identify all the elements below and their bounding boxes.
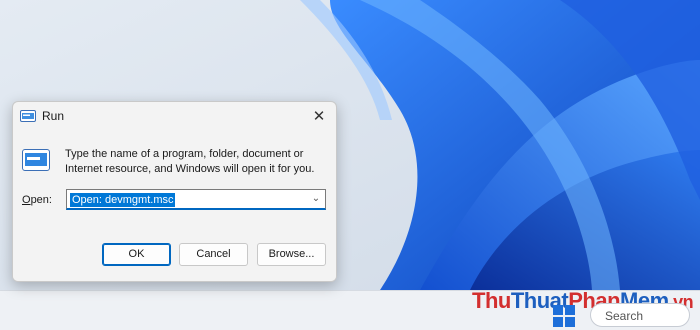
run-program-icon	[22, 149, 50, 171]
browse-button[interactable]: Browse...	[257, 243, 326, 266]
cancel-button[interactable]: Cancel	[179, 243, 248, 266]
open-label: Open:	[22, 194, 52, 206]
title-bar: Run ✕	[13, 102, 336, 132]
open-input-value[interactable]: Open: devmgmt.msc	[70, 193, 176, 207]
ok-button[interactable]: OK	[102, 243, 171, 266]
start-button[interactable]	[553, 305, 575, 327]
dialog-footer: OK Cancel Browse...	[13, 224, 336, 281]
run-dialog: Run ✕ Type the name of a program, folder…	[12, 101, 337, 282]
run-icon	[20, 110, 36, 122]
taskbar-search[interactable]: Search	[590, 303, 690, 327]
dialog-description: Type the name of a program, folder, docu…	[65, 148, 315, 175]
open-combobox[interactable]: Open: devmgmt.msc ⌄	[66, 189, 326, 210]
close-button[interactable]: ✕	[308, 106, 330, 128]
dialog-title: Run	[42, 109, 65, 123]
chevron-down-icon[interactable]: ⌄	[310, 192, 322, 206]
close-icon: ✕	[312, 108, 326, 125]
